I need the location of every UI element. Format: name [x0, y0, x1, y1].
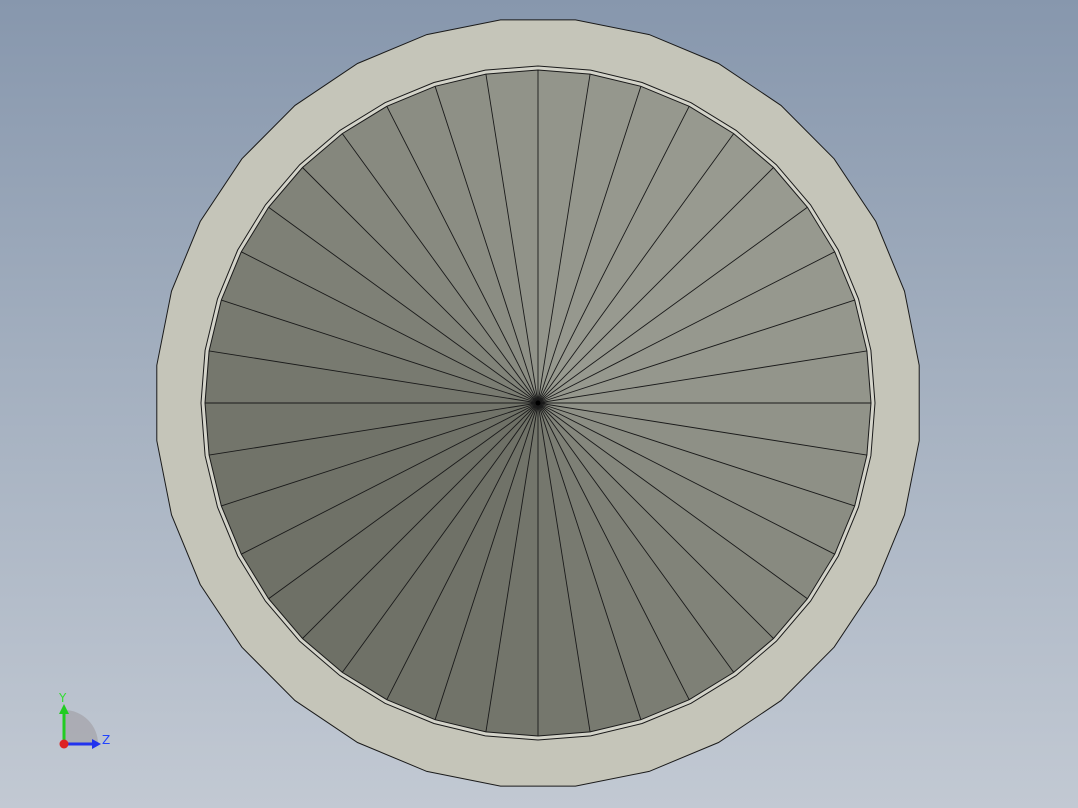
model-view[interactable] — [0, 0, 1078, 808]
z-axis-label: Z — [102, 733, 110, 747]
x-axis-dot — [59, 739, 69, 749]
axis-triad: Y Z — [58, 691, 110, 749]
graphics-viewport[interactable]: Y Z — [0, 0, 1078, 808]
center-point[interactable] — [535, 400, 541, 406]
y-axis-label: Y — [58, 691, 67, 705]
triad-quadrant — [64, 710, 98, 744]
y-arrowhead-icon — [59, 704, 69, 714]
